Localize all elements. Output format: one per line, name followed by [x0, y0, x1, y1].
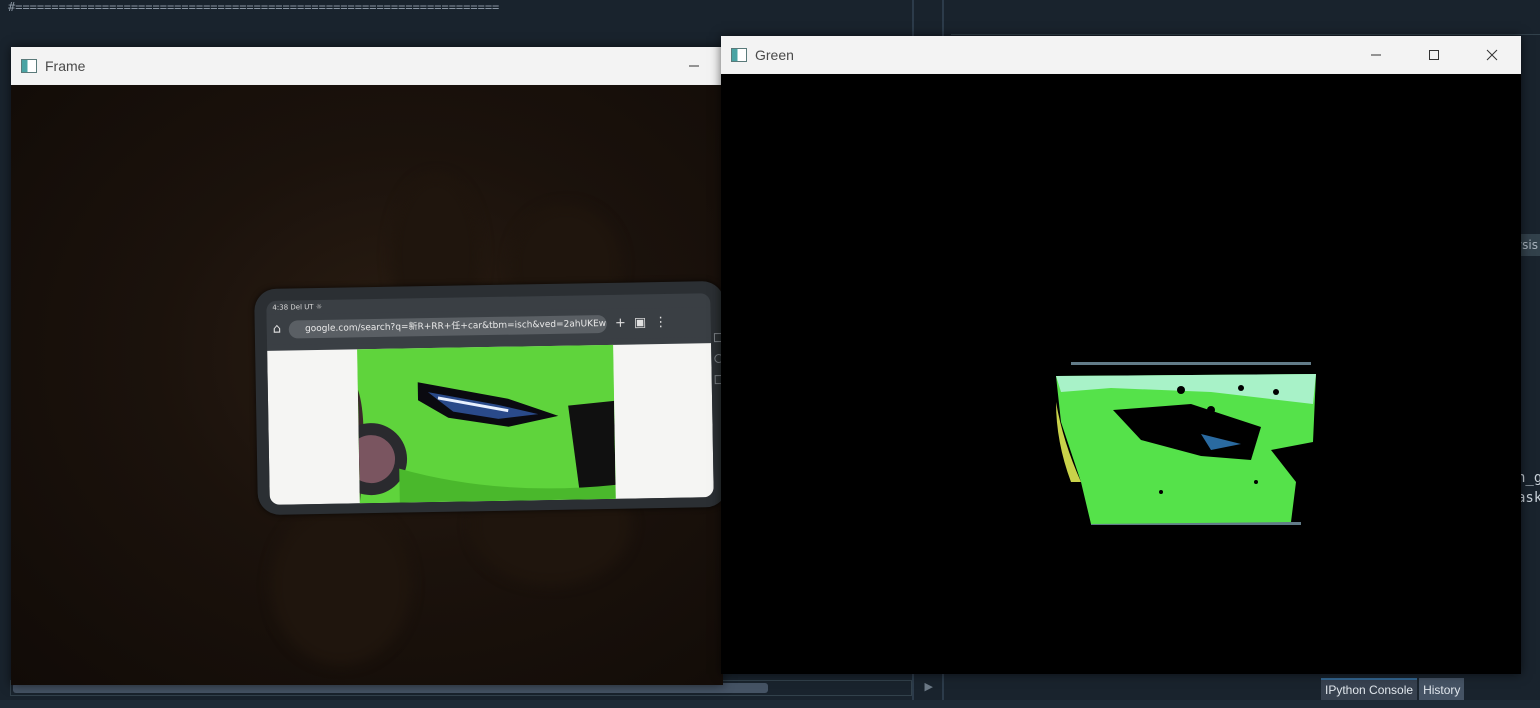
green-titlebar[interactable]: Green — [721, 36, 1521, 73]
close-button[interactable] — [1463, 36, 1521, 73]
maximize-button[interactable] — [1405, 36, 1463, 73]
menu-icon: ⋮ — [654, 314, 668, 331]
minimize-icon — [1371, 54, 1381, 55]
pane-divider — [951, 34, 1540, 35]
maximize-icon — [1429, 49, 1439, 60]
tab-ipython-console[interactable]: IPython Console — [1321, 678, 1418, 700]
frame-window: Frame 4:38 Del UT ☼ ⌂ google.com/search?… — [11, 47, 723, 685]
minimize-button[interactable] — [1347, 36, 1405, 73]
home-icon: ⌂ — [272, 321, 282, 337]
car-image — [357, 344, 616, 504]
console-tab-bar: IPython Console History — [1321, 678, 1465, 700]
phone-screen: 4:38 Del UT ☼ ⌂ google.com/search?q=新R+R… — [266, 293, 714, 505]
tabs-icon: ▣ — [633, 315, 647, 331]
scroll-right-arrow-icon[interactable]: ▶ — [925, 680, 933, 693]
green-mask-segment — [1056, 362, 1316, 525]
hand-wrist — [271, 505, 411, 665]
editor-comment-line: #=======================================… — [8, 0, 500, 14]
url-text: google.com/search?q=新R+RR+任+car&tbm=isch… — [288, 314, 608, 339]
new-tab-icon: + — [614, 315, 627, 331]
minimize-icon — [689, 65, 699, 66]
frame-titlebar[interactable]: Frame — [11, 47, 723, 84]
opencv-window-icon — [731, 47, 747, 62]
window-title: Frame — [45, 57, 86, 74]
smartphone: 4:38 Del UT ☼ ⌂ google.com/search?q=新R+R… — [254, 280, 723, 516]
minimize-button[interactable] — [665, 47, 723, 84]
green-mask-view — [721, 74, 1521, 674]
search-result-content — [267, 343, 714, 505]
opencv-window-icon — [21, 58, 37, 73]
close-icon — [1486, 49, 1498, 60]
window-title: Green — [755, 46, 794, 63]
camera-frame-view: 4:38 Del UT ☼ ⌂ google.com/search?q=新R+R… — [11, 85, 723, 685]
tab-history[interactable]: History — [1419, 678, 1465, 700]
status-bar — [0, 700, 1540, 708]
browser-address-bar: ⌂ google.com/search?q=新R+RR+任+car&tbm=is… — [266, 307, 711, 345]
car-headlight-illustration — [357, 344, 616, 504]
green-window: Green — [721, 36, 1521, 674]
